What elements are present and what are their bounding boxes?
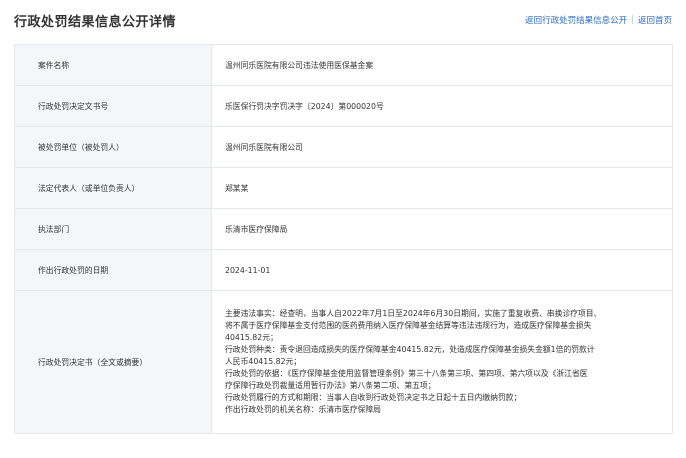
decision-line: 行政处罚的依据：《医疗保障基金使用监督管理条例》第三十八条第三项、第四项、第六项… <box>225 369 588 378</box>
field-label: 行政处罚决定书（全文或摘要） <box>14 290 212 434</box>
table-row-legal-representative: 法定代表人（或单位负责人） 郑某某 <box>14 167 673 209</box>
table-row-decision-date: 作出行政处罚的日期 2024-11-01 <box>14 249 673 291</box>
field-label: 行政处罚决定文书号 <box>14 85 212 127</box>
field-value: 温州同乐医院有限公司违法使用医保基金案 <box>211 44 673 86</box>
field-label: 作出行政处罚的日期 <box>14 249 212 291</box>
decision-line: 人民币40415.82元； <box>225 357 302 366</box>
decision-line: 作出行政处罚的机关名称：乐清市医疗保障局 <box>225 405 381 414</box>
decision-line: 主要违法事实：经查明，当事人自2022年7月1日至2024年6月30日期间，实施… <box>225 309 602 318</box>
field-label: 被处罚单位（被处罚人） <box>14 126 212 168</box>
table-row-enforcement-department: 执法部门 乐清市医疗保障局 <box>14 208 673 250</box>
back-to-home-link[interactable]: 返回首页 <box>638 14 672 26</box>
table-row-case-name: 案件名称 温州同乐医院有限公司违法使用医保基金案 <box>14 44 673 86</box>
field-value: 温州同乐医院有限公司 <box>211 126 673 168</box>
page-header: 行政处罚结果信息公开详情 返回行政处罚结果信息公开 | 返回首页 <box>0 0 686 40</box>
field-label: 执法部门 <box>14 208 212 250</box>
page-title: 行政处罚结果信息公开详情 <box>14 14 177 30</box>
decision-text: 主要违法事实：经查明，当事人自2022年7月1日至2024年6月30日期间，实施… <box>211 290 673 434</box>
table-row-penalized-party: 被处罚单位（被处罚人） 温州同乐医院有限公司 <box>14 126 673 168</box>
decision-line: 疗保障行政处罚裁量适用暂行办法》第八条第二项、第五项； <box>225 381 436 390</box>
field-value: 乐清市医疗保障局 <box>211 208 673 250</box>
field-label: 法定代表人（或单位负责人） <box>14 167 212 209</box>
decision-line: 行政处罚种类：责令退回造成损失的医疗保障基金40415.82元，处造成医疗保障基… <box>225 345 595 354</box>
table-row-document-number: 行政处罚决定文书号 乐医保行罚决字罚决字〔2024〕第000020号 <box>14 85 673 127</box>
decision-line: 将不属于医疗保障基金支付范围的医药费用纳入医疗保障基金结算等违法违规行为，造成医… <box>225 321 592 330</box>
decision-line: 40415.82元； <box>225 333 278 342</box>
field-value: 郑某某 <box>211 167 673 209</box>
field-label: 案件名称 <box>14 44 212 86</box>
field-value: 2024-11-01 <box>211 249 673 291</box>
back-to-list-link[interactable]: 返回行政处罚结果信息公开 <box>525 14 627 26</box>
detail-page: 行政处罚结果信息公开详情 返回行政处罚结果信息公开 | 返回首页 案件名称 温州… <box>0 0 686 458</box>
link-separator: | <box>631 15 634 25</box>
field-value: 乐医保行罚决字罚决字〔2024〕第000020号 <box>211 85 673 127</box>
detail-table: 案件名称 温州同乐医院有限公司违法使用医保基金案 行政处罚决定文书号 乐医保行罚… <box>14 44 673 434</box>
header-links: 返回行政处罚结果信息公开 | 返回首页 <box>525 14 672 26</box>
decision-line: 行政处罚履行的方式和期限：当事人自收到行政处罚决定书之日起十五日内缴纳罚款； <box>225 393 522 402</box>
table-row-decision-document: 行政处罚决定书（全文或摘要） 主要违法事实：经查明，当事人自2022年7月1日至… <box>14 290 673 434</box>
